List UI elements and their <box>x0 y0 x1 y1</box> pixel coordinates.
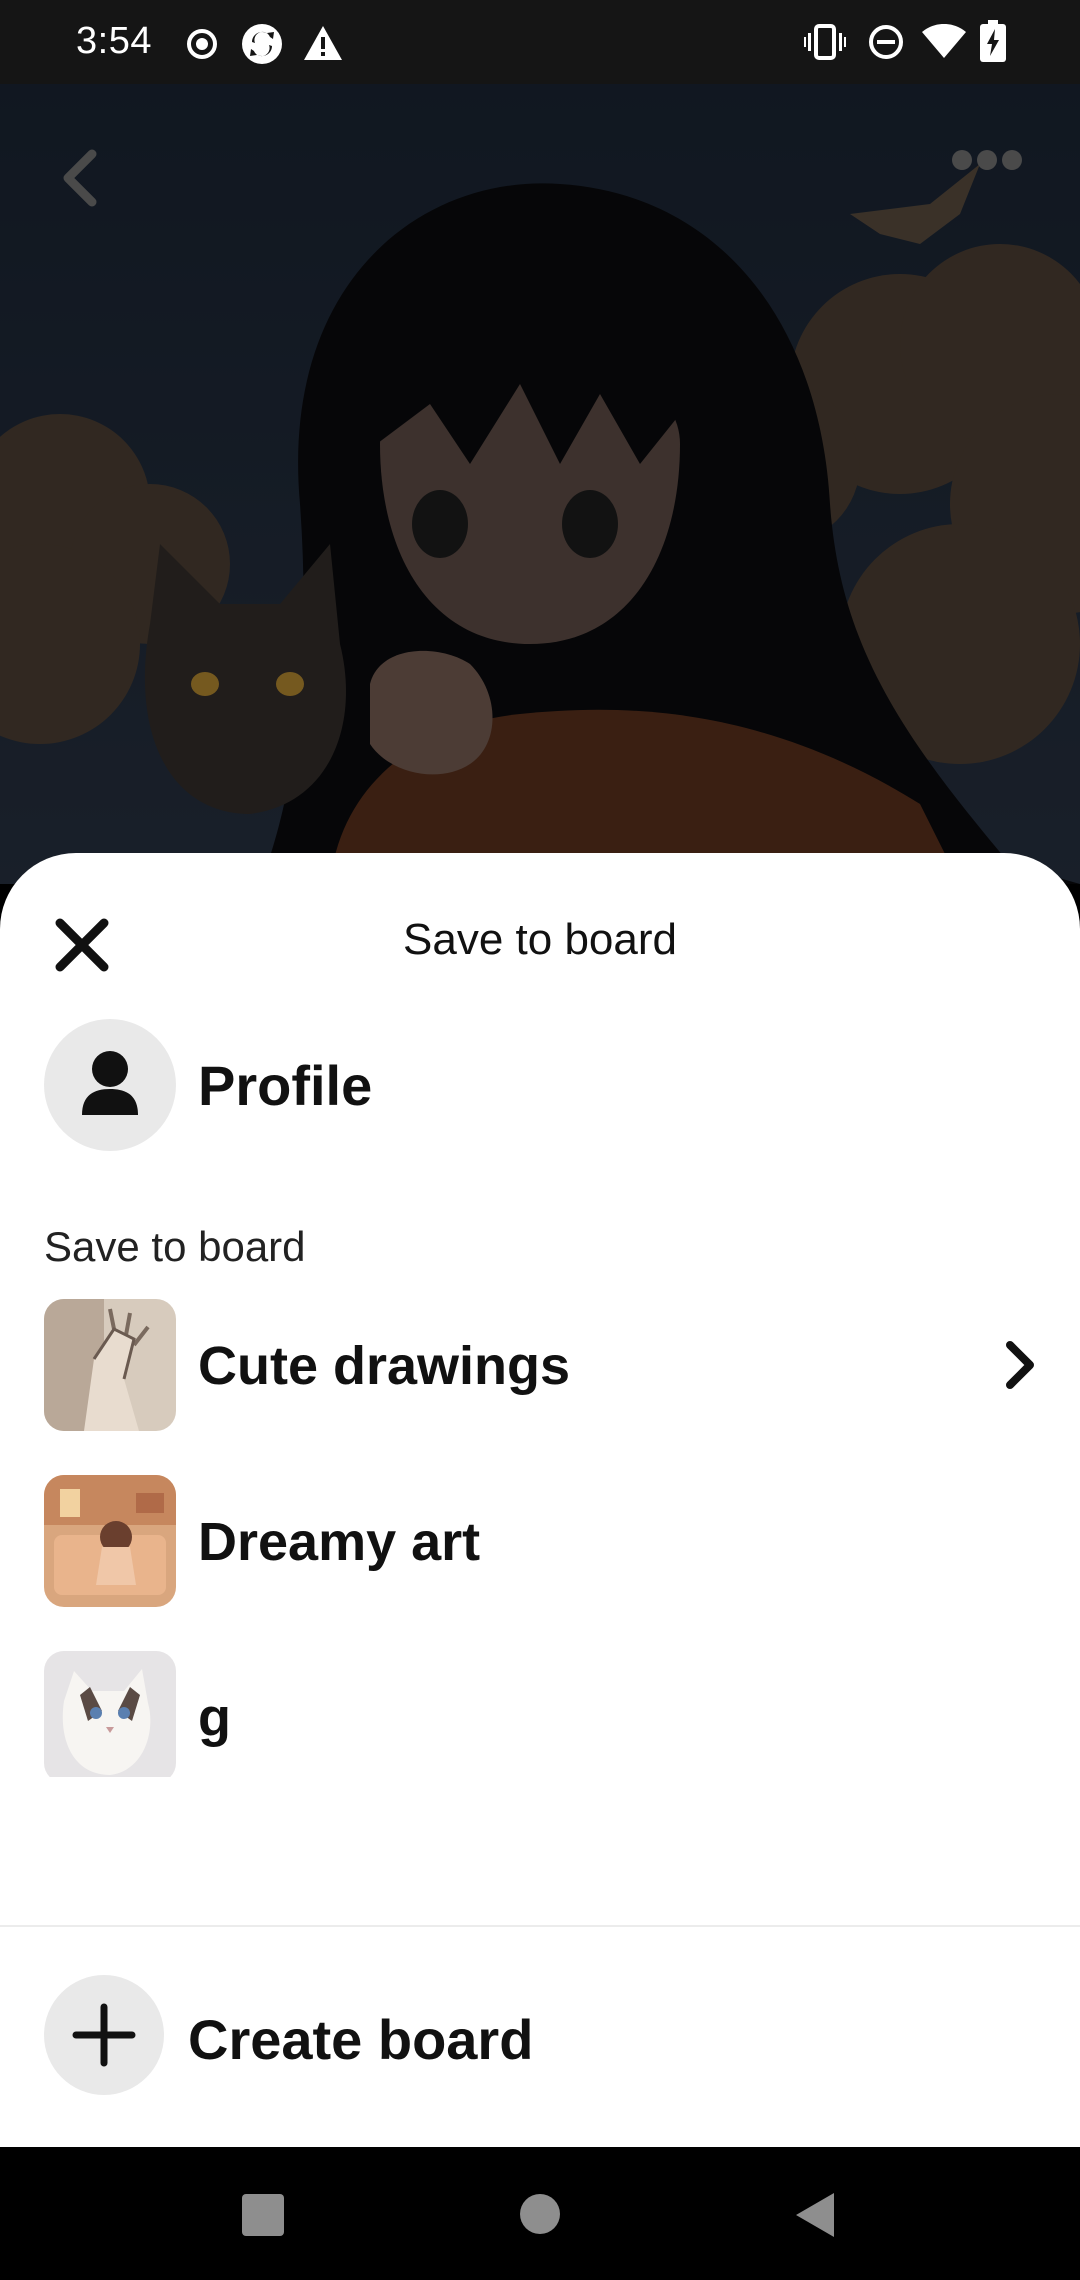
divider <box>0 1925 1080 1927</box>
section-label: Save to board <box>44 1223 306 1270</box>
board-item-g[interactable]: g <box>44 1651 1044 1777</box>
status-time: 3:54 <box>76 20 152 62</box>
warning-icon <box>304 26 342 60</box>
profile-row[interactable]: Profile <box>44 1019 1044 1151</box>
chevron-right-icon[interactable] <box>1004 1339 1036 1391</box>
board-item-cute-drawings[interactable]: Cute drawings <box>44 1299 1044 1431</box>
record-icon <box>187 29 217 59</box>
plus-circle <box>44 1975 164 2095</box>
profile-label: Profile <box>198 1054 373 1117</box>
person-icon <box>82 1051 138 1115</box>
more-horizontal-icon[interactable] <box>950 148 1024 172</box>
close-icon[interactable] <box>52 915 112 975</box>
save-to-board-sheet: Save to board Profile Save to board Cute… <box>0 853 1080 2147</box>
board-thumbnail <box>44 1651 176 1777</box>
do-not-disturb-icon <box>869 25 903 59</box>
battery-charging-icon <box>980 20 1006 62</box>
create-board-button[interactable]: Create board <box>44 1975 1044 2095</box>
status-bar: 3:54 <box>0 0 1080 84</box>
chevron-left-icon[interactable] <box>56 148 104 208</box>
board-name: g <box>198 1688 231 1748</box>
navigation-bar <box>0 2147 1080 2280</box>
plus-icon <box>72 2003 136 2067</box>
sheet-header: Save to board <box>0 853 1080 1033</box>
image-overlay <box>0 84 1080 884</box>
back-icon[interactable] <box>794 2191 836 2239</box>
board-name: Cute drawings <box>198 1336 571 1396</box>
vibrate-icon <box>804 24 846 60</box>
wifi-icon <box>922 24 966 58</box>
sheet-title: Save to board <box>403 915 677 964</box>
recents-icon[interactable] <box>242 2194 284 2236</box>
board-name: Dreamy art <box>198 1512 481 1572</box>
home-icon[interactable] <box>519 2193 561 2235</box>
avatar <box>44 1019 176 1151</box>
board-list[interactable]: Cute drawings Dreamy art g <box>0 1299 1080 1777</box>
board-thumbnail <box>44 1475 176 1607</box>
board-thumbnail <box>44 1299 176 1431</box>
sync-icon <box>242 24 282 64</box>
board-item-dreamy-art[interactable]: Dreamy art <box>44 1475 1044 1607</box>
create-board-label: Create board <box>188 2008 534 2071</box>
